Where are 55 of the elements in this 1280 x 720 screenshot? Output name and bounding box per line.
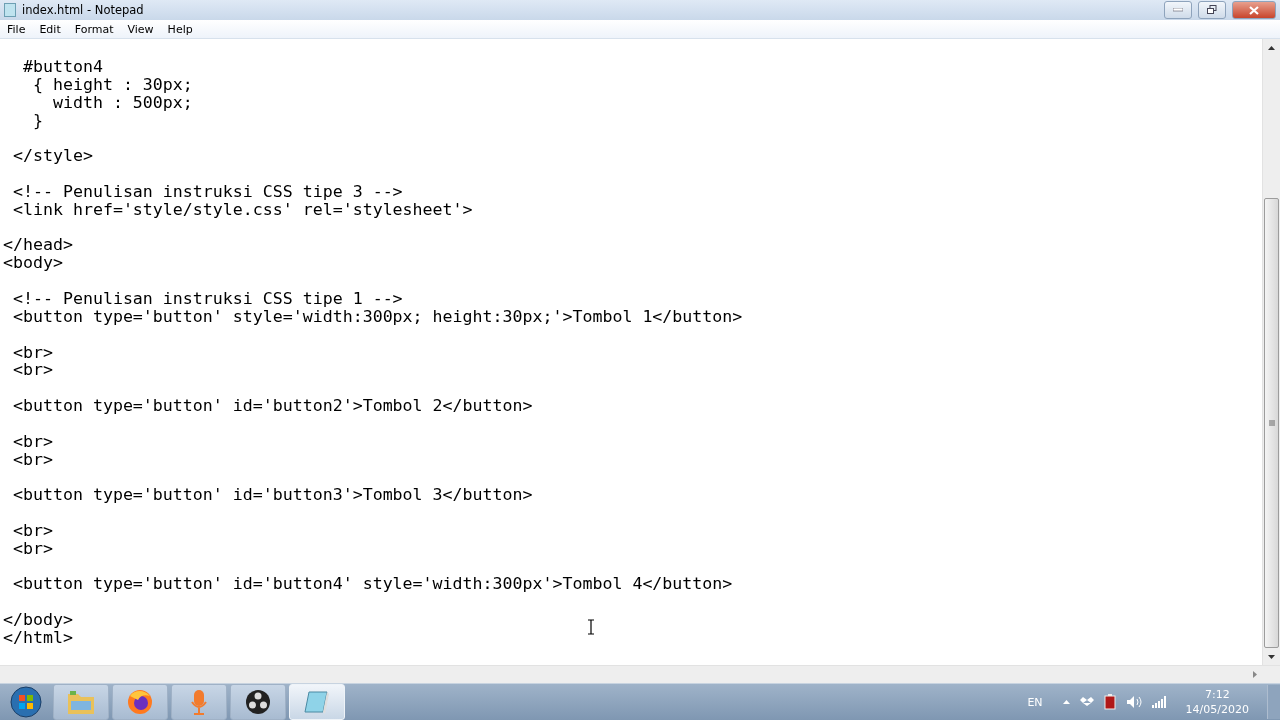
- code-line: <body>: [3, 253, 63, 273]
- code-line: }: [31, 110, 43, 130]
- code-line: <!-- Penulisan instruksi CSS tipe 3 -->: [12, 181, 403, 201]
- restore-icon: [1207, 5, 1217, 15]
- code-line: <link href='style/style.css' rel='stylesheet'>: [12, 199, 473, 219]
- scroll-thumb[interactable]: [1264, 198, 1279, 648]
- globe-fox-icon: [126, 688, 154, 716]
- code-line: <br>: [12, 538, 53, 558]
- close-button[interactable]: [1232, 1, 1276, 19]
- close-icon: [1249, 5, 1259, 15]
- signal-icon[interactable]: [1151, 696, 1168, 708]
- text-cursor-icon: [587, 619, 595, 635]
- menu-item[interactable]: View: [120, 22, 161, 36]
- record-circle-icon: [244, 688, 272, 716]
- code-line: <button type='button' id='button2'>Tombol 2</button>: [12, 396, 533, 416]
- horizontal-scrollbar[interactable]: [0, 665, 1280, 683]
- window-title: index.html - Notepad: [22, 3, 145, 17]
- code-line: <button type='button' id='button4' style='width:300px'>Tombol 4</button>: [12, 574, 733, 594]
- minimize-button[interactable]: [1164, 1, 1192, 19]
- box-icon[interactable]: [1079, 696, 1094, 708]
- code-line: </head>: [3, 235, 73, 255]
- code-line: <br>: [12, 360, 53, 380]
- menu-item[interactable]: Format: [67, 22, 121, 36]
- menu-item[interactable]: Help: [160, 22, 200, 36]
- code-line: { height : 30px;: [31, 74, 193, 94]
- code-line: </body>: [3, 610, 73, 630]
- code-line: <!-- Penulisan instruksi CSS tipe 1 -->: [12, 288, 403, 308]
- taskbar-button[interactable]: [230, 684, 286, 720]
- menu-item[interactable]: File: [0, 22, 33, 36]
- code-line: </style>: [12, 146, 93, 166]
- code-line: <br>: [12, 520, 53, 540]
- minimize-icon: [1173, 8, 1183, 12]
- microphone-icon: [189, 688, 209, 716]
- taskbar-button[interactable]: [112, 684, 168, 720]
- start-button[interactable]: [8, 685, 44, 719]
- restore-button[interactable]: [1198, 1, 1226, 19]
- volume-icon[interactable]: [1125, 695, 1142, 709]
- code-line: <br>: [12, 342, 53, 362]
- code-line: <br>: [12, 431, 53, 451]
- notepad-icon: [4, 3, 16, 17]
- notepad-icon: [303, 688, 331, 716]
- battery-warning-icon[interactable]: [1103, 694, 1116, 710]
- code-line: <br>: [12, 449, 53, 469]
- code-line: width : 500px;: [51, 92, 193, 112]
- right-arrow-icon[interactable]: [1252, 671, 1257, 678]
- code-line: <button type='button' style='width:300px; height:30px;'>Tombol 1</button>: [12, 306, 743, 326]
- down-arrow-icon[interactable]: [1268, 654, 1275, 659]
- show-desktop-button[interactable]: [1267, 685, 1280, 719]
- code-line: </html>: [3, 628, 73, 647]
- code-line: #button4: [21, 57, 103, 76]
- vertical-scrollbar[interactable]: [1262, 39, 1280, 665]
- code-line: <button type='button' id='button3'>Tombol 3</button>: [12, 485, 533, 505]
- folder-icon: [66, 688, 96, 716]
- up-arrow-icon[interactable]: [1268, 45, 1275, 50]
- menu-item[interactable]: Edit: [32, 22, 68, 36]
